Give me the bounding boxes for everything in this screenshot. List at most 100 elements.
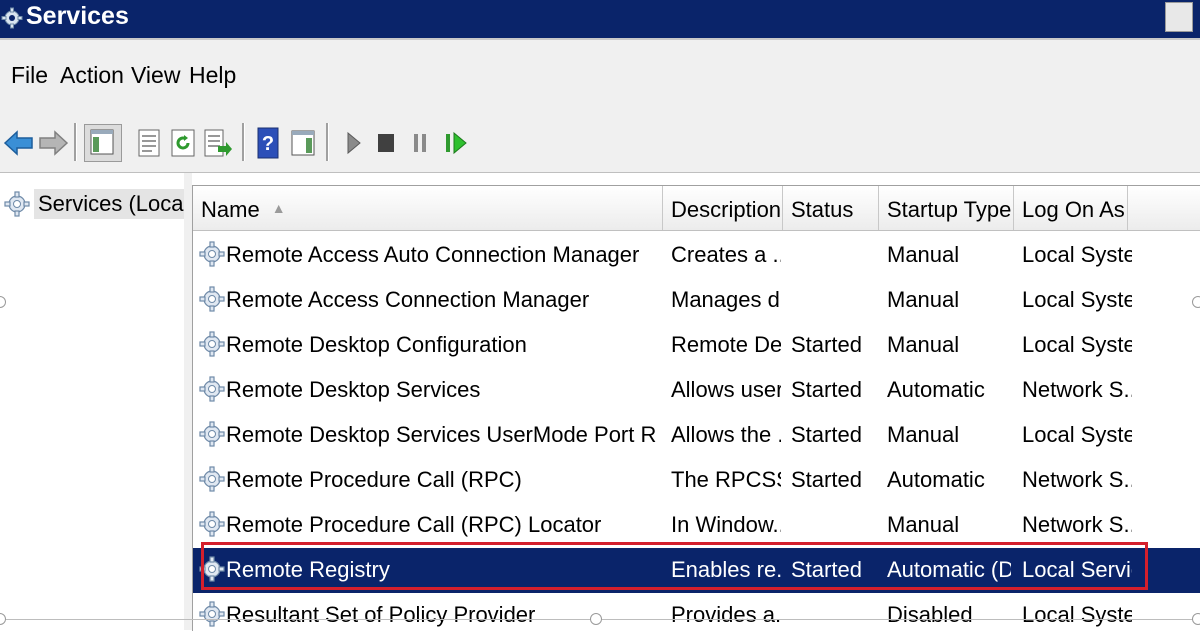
toolbar-separator (74, 123, 77, 161)
service-startup-type: Manual (887, 332, 960, 357)
title-bar: Services (0, 0, 1200, 40)
service-log-on-as: Local System (1022, 332, 1132, 357)
service-description: Remote De... (671, 332, 781, 357)
service-description: The RPCSS... (671, 467, 781, 492)
service-description: In Window... (671, 512, 781, 537)
service-log-on-as: Network S... (1022, 467, 1132, 492)
resize-handle (590, 613, 602, 625)
table-row[interactable]: Remote Desktop Services UserMode Port Re… (193, 413, 1200, 458)
pause-service-icon[interactable] (404, 126, 438, 160)
menu-bar: File Action View Help (0, 40, 1200, 112)
service-gear-icon (199, 466, 225, 492)
services-list: Name ▲ Description Status Startup Type Lo… (192, 185, 1200, 631)
service-log-on-as: Local System (1022, 422, 1132, 447)
service-log-on-as: Network S... (1022, 512, 1132, 537)
service-description: Allows user... (671, 377, 781, 402)
toolbar-separator (242, 123, 245, 161)
pane-splitter[interactable] (184, 173, 192, 630)
service-startup-type: Manual (887, 512, 960, 537)
menu-action[interactable]: Action (60, 62, 124, 89)
toolbar-separator (326, 123, 329, 161)
table-row[interactable]: Remote Desktop Configuration Remote De..… (193, 323, 1200, 368)
help-icon[interactable]: ? (252, 126, 286, 160)
service-startup-type: Manual (887, 287, 960, 312)
menu-help[interactable]: Help (189, 62, 236, 89)
service-description: Provides a... (671, 602, 781, 627)
start-service-icon[interactable] (338, 126, 372, 160)
show-hide-console-tree-icon[interactable] (84, 124, 122, 162)
menu-view[interactable]: View (131, 62, 180, 89)
service-description: Creates a ... (671, 242, 781, 267)
svg-text:?: ? (262, 133, 274, 155)
column-header-description[interactable]: Description (663, 186, 783, 230)
service-startup-type: Manual (887, 422, 960, 447)
tree-item-label: Services (Local) (34, 189, 200, 219)
column-header-row: Name ▲ Description Status Startup Type Lo… (193, 186, 1200, 231)
service-gear-icon (199, 331, 225, 357)
service-gear-icon (199, 241, 225, 267)
forward-icon[interactable] (36, 126, 70, 160)
service-status: Started (791, 467, 862, 492)
show-hide-action-pane-icon[interactable] (286, 126, 320, 160)
column-header-name-label: Name (201, 197, 260, 222)
back-icon[interactable] (2, 126, 36, 160)
service-name: Remote Desktop Configuration (226, 332, 527, 357)
service-gear-icon (199, 556, 225, 582)
column-header-status[interactable]: Status (783, 186, 879, 230)
service-gear-icon (199, 286, 225, 312)
service-status: Started (791, 422, 862, 447)
service-startup-type: Disabled (887, 602, 973, 627)
services-gear-icon (1, 7, 23, 34)
service-description: Manages di... (671, 287, 781, 312)
restart-service-icon[interactable] (440, 126, 474, 160)
window-title: Services (26, 2, 129, 30)
services-gear-icon (4, 191, 30, 222)
table-row[interactable]: Remote Desktop Services Allows user... S… (193, 368, 1200, 413)
service-startup-type: Automatic (887, 377, 985, 402)
service-log-on-as: Local System (1022, 287, 1132, 312)
service-status: Started (791, 377, 862, 402)
console-tree: Services (Local) (0, 173, 200, 630)
service-log-on-as: Local Service (1022, 557, 1132, 582)
service-name: Remote Access Connection Manager (226, 287, 590, 312)
table-row[interactable]: Resultant Set of Policy Provider Provide… (193, 593, 1200, 638)
service-log-on-as: Local System (1022, 242, 1132, 267)
service-startup-type: Automatic (D... (887, 557, 1011, 582)
service-name: Remote Desktop Services UserMode Port Re… (226, 422, 656, 447)
service-description: Enables re... (671, 557, 781, 582)
service-log-on-as: Network S... (1022, 377, 1132, 402)
column-header-name[interactable]: Name ▲ (193, 186, 663, 230)
window-control-button[interactable] (1165, 2, 1193, 32)
table-row[interactable]: Remote Access Connection Manager Manages… (193, 278, 1200, 323)
service-name: Remote Procedure Call (RPC) (226, 467, 522, 492)
service-gear-icon (199, 421, 225, 447)
service-gear-icon (199, 601, 225, 627)
service-log-on-as: Local System (1022, 602, 1132, 627)
menu-file[interactable]: File (11, 62, 48, 89)
service-status: Started (791, 557, 862, 582)
table-row[interactable]: Remote Procedure Call (RPC) The RPCSS...… (193, 458, 1200, 503)
service-status: Started (791, 332, 862, 357)
service-name: Remote Desktop Services (226, 377, 481, 402)
service-gear-icon (199, 511, 225, 537)
stop-service-icon[interactable] (370, 126, 404, 160)
service-startup-type: Automatic (887, 467, 985, 492)
column-header-startup-type[interactable]: Startup Type (879, 186, 1014, 230)
resize-handle (1192, 296, 1200, 308)
service-startup-type: Manual (887, 242, 960, 267)
resize-handle (1192, 613, 1200, 625)
toolbar: ? (0, 112, 1200, 173)
refresh-icon[interactable] (166, 126, 200, 160)
service-name: Remote Procedure Call (RPC) Locator (226, 512, 602, 537)
table-row[interactable]: Remote Access Auto Connection Manager Cr… (193, 233, 1200, 278)
service-name: Remote Registry (226, 557, 390, 582)
export-list-icon[interactable] (200, 126, 234, 160)
service-gear-icon (199, 376, 225, 402)
column-header-log-on-as[interactable]: Log On As (1014, 186, 1128, 230)
service-name: Remote Access Auto Connection Manager (226, 242, 640, 267)
service-description: Allows the ... (671, 422, 781, 447)
table-row-selected[interactable]: Remote Registry Enables re... Started Au… (193, 548, 1200, 593)
properties-icon[interactable] (132, 126, 166, 160)
table-row[interactable]: Remote Procedure Call (RPC) Locator In W… (193, 503, 1200, 548)
sort-ascending-icon: ▲ (271, 200, 286, 216)
